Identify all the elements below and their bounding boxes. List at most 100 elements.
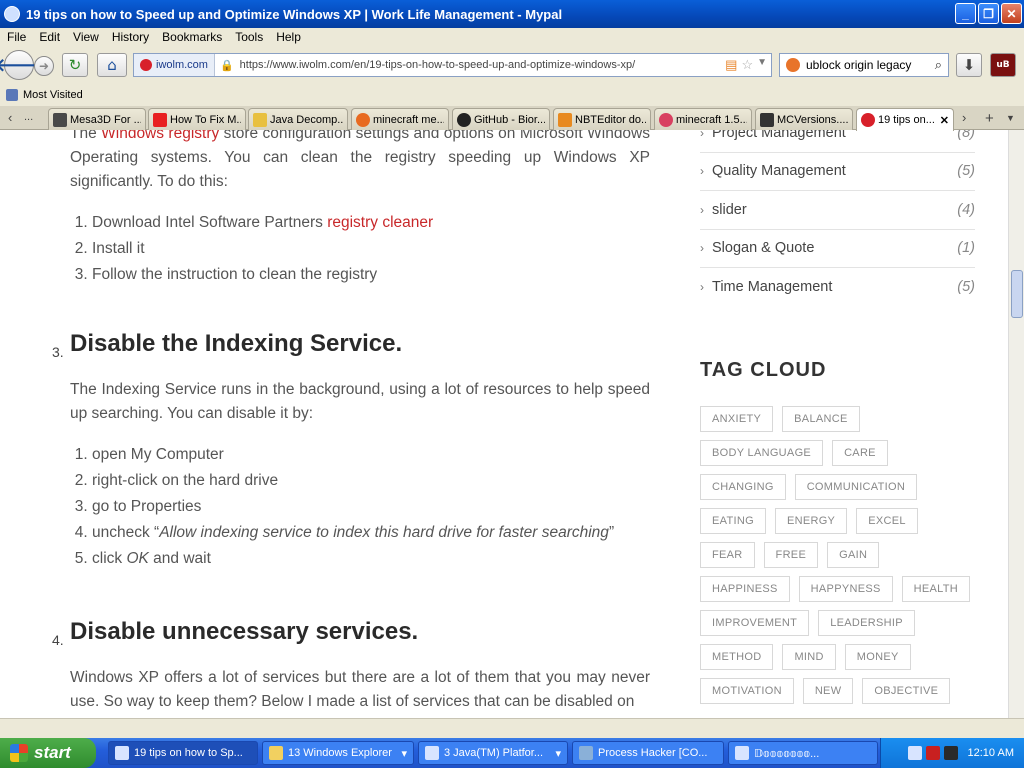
- tag-item[interactable]: MONEY: [844, 643, 911, 670]
- url-icons: ▤ ☆ ▼: [725, 57, 767, 73]
- downloads-button[interactable]: ⬇: [956, 53, 982, 77]
- new-tab-button[interactable]: +: [985, 110, 994, 127]
- windows-registry-link[interactable]: Windows registry: [101, 130, 219, 142]
- most-visited-icon: [6, 89, 18, 101]
- window-title: 19 tips on how to Speed up and Optimize …: [26, 6, 563, 22]
- tag-item[interactable]: EXCEL: [856, 507, 918, 534]
- taskbar-item-process-hacker[interactable]: Process Hacker [CO...: [572, 741, 724, 765]
- tag-item[interactable]: FREE: [763, 541, 819, 568]
- ublock-button[interactable]: uB: [990, 53, 1016, 77]
- tag-item[interactable]: ENERGY: [774, 507, 848, 534]
- article-body: The Windows registry store configuration…: [52, 130, 650, 714]
- bookmark-most-visited[interactable]: Most Visited: [23, 89, 83, 101]
- menu-history[interactable]: History: [112, 30, 149, 44]
- tag-item[interactable]: MIND: [782, 643, 836, 670]
- tab-minecraft-me[interactable]: minecraft me...: [351, 108, 449, 130]
- tabs-scroll-left-button[interactable]: ‹: [8, 110, 12, 125]
- scrollbar-thumb[interactable]: [1011, 270, 1023, 318]
- tab-list-button[interactable]: ▼: [1006, 113, 1015, 123]
- network-icon[interactable]: [943, 746, 958, 760]
- tab-github[interactable]: GitHub - Bior...: [452, 108, 550, 130]
- tag-item[interactable]: HAPPYNESS: [798, 575, 893, 602]
- tag-item[interactable]: ANXIETY: [700, 405, 774, 432]
- category-item[interactable]: › Slogan & Quote (1): [700, 230, 975, 268]
- tag-item[interactable]: FEAR: [700, 541, 755, 568]
- menu-tools[interactable]: Tools: [235, 30, 263, 44]
- menu-edit[interactable]: Edit: [39, 30, 60, 44]
- menu-file[interactable]: File: [7, 30, 26, 44]
- address-bar[interactable]: iwolm.com 🔒 https://www.iwolm.com/en/19-…: [133, 53, 772, 77]
- category-item[interactable]: › Time Management (5): [700, 268, 975, 307]
- tab-mcversions[interactable]: MCVersions....: [755, 108, 853, 130]
- status-bar: [0, 718, 1024, 738]
- dropdown-arrow-icon[interactable]: ▼: [757, 57, 767, 73]
- taskbar-item-java[interactable]: 3 Java(TM) Platfor... ▾: [418, 741, 568, 765]
- back-button[interactable]: 🡐: [0, 50, 43, 80]
- tabs-scroll-right-button[interactable]: ›: [962, 110, 966, 125]
- tag-item[interactable]: METHOD: [700, 643, 774, 670]
- search-bar[interactable]: ublock origin legacy ⌕: [779, 53, 949, 77]
- vertical-scrollbar[interactable]: [1008, 130, 1024, 718]
- app-icon[interactable]: [4, 6, 20, 22]
- tag-item[interactable]: BODY LANGUAGE: [700, 439, 824, 466]
- keyboard-icon[interactable]: [907, 746, 922, 760]
- tag-item[interactable]: GAIN: [827, 541, 880, 568]
- home-button[interactable]: ⌂: [97, 53, 127, 77]
- heading-number: 3.: [52, 344, 64, 360]
- close-button[interactable]: ✕: [1001, 3, 1022, 24]
- bookmark-star-icon[interactable]: ☆: [741, 57, 753, 73]
- reload-button[interactable]: ↻: [62, 53, 88, 77]
- menu-help[interactable]: Help: [276, 30, 301, 44]
- category-item[interactable]: › slider (4): [700, 191, 975, 230]
- tag-item[interactable]: LEADERSHIP: [818, 609, 915, 636]
- menu-bookmarks[interactable]: Bookmarks: [162, 30, 222, 44]
- windows-logo-icon: [10, 744, 28, 762]
- search-icon[interactable]: ⌕: [935, 57, 942, 73]
- tab-19-tips-active[interactable]: 19 tips on... ✕: [856, 108, 954, 131]
- site-identity[interactable]: iwolm.com: [134, 54, 215, 76]
- tag-item[interactable]: HAPPINESS: [700, 575, 790, 602]
- rss-feed-icon[interactable]: ▤: [725, 57, 737, 73]
- taskbar-item-mypal[interactable]: 19 tips on how to Sp...: [108, 741, 258, 765]
- tabs-overflow-label: ...: [24, 111, 34, 123]
- tag-item[interactable]: BALANCE: [782, 405, 860, 432]
- tab-mesa3d[interactable]: Mesa3D For ...: [48, 108, 146, 130]
- tag-item[interactable]: CHANGING: [700, 473, 786, 500]
- tag-item[interactable]: CARE: [832, 439, 888, 466]
- site-favicon-icon: [140, 59, 152, 71]
- search-input[interactable]: ublock origin legacy: [806, 58, 911, 72]
- taskbar-item-label: Process Hacker [CO...: [598, 747, 708, 759]
- taskbar-item-unknown[interactable]: 𝔻𝕠𝕠𝕠𝕠𝕠𝕠𝕠...: [728, 741, 878, 765]
- lock-icon: 🔒: [219, 59, 234, 72]
- tab-how-to-fix[interactable]: How To Fix M...: [148, 108, 246, 130]
- registry-cleaner-link[interactable]: registry cleaner: [327, 214, 433, 231]
- tag-item[interactable]: EATING: [700, 507, 766, 534]
- tag-item[interactable]: MOTIVATION: [700, 677, 794, 704]
- process-monitor-icon[interactable]: [925, 746, 940, 760]
- tray-icons: [907, 746, 958, 760]
- tag-item[interactable]: HEALTH: [901, 575, 971, 602]
- tag-item[interactable]: COMMUNICATION: [794, 473, 918, 500]
- close-tab-icon[interactable]: ✕: [934, 114, 949, 127]
- maximize-button[interactable]: ❐: [978, 3, 999, 24]
- search-engine-icon[interactable]: [786, 58, 800, 72]
- menu-view[interactable]: View: [73, 30, 99, 44]
- chevron-right-icon: ›: [700, 202, 704, 217]
- url-text[interactable]: https://www.iwolm.com/en/19-tips-on-how-…: [240, 59, 725, 71]
- clock[interactable]: 12:10 AM: [968, 747, 1014, 759]
- taskbar-item-explorer[interactable]: 13 Windows Explorer ▾: [262, 741, 414, 765]
- start-button[interactable]: start: [0, 738, 96, 768]
- chevron-right-icon: ›: [700, 241, 704, 256]
- start-label: start: [34, 743, 71, 762]
- tag-item[interactable]: IMPROVEMENT: [700, 609, 810, 636]
- tab-minecraft-15[interactable]: minecraft 1.5...: [654, 108, 752, 130]
- tag-item[interactable]: OBJECTIVE: [862, 677, 951, 704]
- tag-item[interactable]: NEW: [802, 677, 854, 704]
- category-item[interactable]: › Project Management (8): [700, 130, 975, 153]
- forward-button[interactable]: ➜: [34, 56, 54, 76]
- system-tray: 12:10 AM: [880, 738, 1024, 768]
- minimize-button[interactable]: _: [955, 3, 976, 24]
- tab-nbteditor[interactable]: NBTEditor do...: [553, 108, 651, 130]
- category-item[interactable]: › Quality Management (5): [700, 153, 975, 191]
- tab-java-decomp[interactable]: Java Decomp...: [248, 108, 348, 130]
